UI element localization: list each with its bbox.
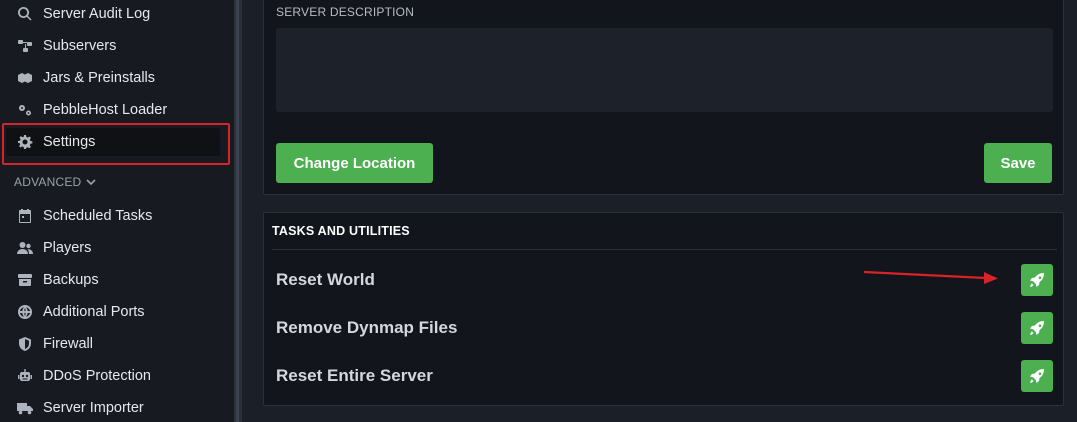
sidebar-item-label: Firewall: [43, 336, 93, 352]
sidebar-item-subservers[interactable]: Subservers: [0, 30, 234, 62]
sidebar-item-label: Additional Ports: [43, 304, 145, 320]
gears-icon: [16, 101, 34, 119]
sidebar-item-label: Server Importer: [43, 400, 144, 416]
boxes-icon: [16, 69, 34, 87]
sidebar-item-label: Players: [43, 240, 92, 256]
archive-icon: [16, 271, 34, 289]
task-row-remove-dynmap-files: Remove Dynmap Files: [276, 311, 1053, 345]
truck-icon: [16, 399, 34, 417]
users-icon: [16, 239, 34, 257]
remove-dynmap-files-button[interactable]: [1021, 312, 1053, 344]
network-icon: [16, 37, 34, 55]
sidebar-item-label: Jars & Preinstalls: [43, 70, 156, 86]
sidebar-item-label: PebbleHost Loader: [43, 102, 168, 118]
rocket-icon: [1030, 369, 1044, 383]
sidebar-item-jars-preinstalls[interactable]: Jars & Preinstalls: [0, 62, 234, 94]
sidebar-scrollbar[interactable]: [234, 0, 242, 422]
sidebar-item-ddos-protection[interactable]: DDoS Protection: [0, 360, 234, 392]
server-description-label: SERVER DESCRIPTION: [276, 5, 415, 19]
task-label: Remove Dynmap Files: [276, 318, 458, 337]
sidebar-item-server-audit-log[interactable]: Server Audit Log: [0, 0, 234, 30]
sidebar-item-additional-ports[interactable]: Additional Ports: [0, 296, 234, 328]
task-label: Reset World: [276, 270, 375, 289]
rocket-icon: [1030, 321, 1044, 335]
sidebar-item-players[interactable]: Players: [0, 232, 234, 264]
rocket-icon: [1030, 273, 1044, 287]
task-row-reset-world: Reset World: [276, 263, 1053, 297]
sidebar-item-label: Subservers: [43, 38, 117, 54]
save-button[interactable]: Save: [984, 143, 1052, 183]
task-label: Reset Entire Server: [276, 366, 433, 385]
advanced-section-toggle[interactable]: ADVANCED: [14, 175, 97, 189]
search-icon: [16, 5, 34, 23]
sidebar-item-backups[interactable]: Backups: [0, 264, 234, 296]
shield-icon: [16, 335, 34, 353]
globe-icon: [16, 303, 34, 321]
tasks-utilities-title: TASKS AND UTILITIES: [272, 213, 1057, 250]
change-location-button[interactable]: Change Location: [276, 143, 433, 183]
server-description-panel: SERVER DESCRIPTION Change Location Save: [263, 0, 1064, 195]
sidebar-item-label: Settings: [43, 134, 96, 150]
sidebar-item-firewall[interactable]: Firewall: [0, 328, 234, 360]
server-description-input[interactable]: [276, 28, 1053, 112]
task-row-reset-entire-server: Reset Entire Server: [276, 359, 1053, 393]
gear-icon: [16, 133, 34, 151]
reset-entire-server-button[interactable]: [1021, 360, 1053, 392]
sidebar-item-server-importer[interactable]: Server Importer: [0, 392, 234, 422]
section-header-label: ADVANCED: [14, 175, 82, 189]
sidebar-item-label: Server Audit Log: [43, 6, 151, 22]
sidebar-item-label: Backups: [43, 272, 99, 288]
sidebar-item-pebblehost-loader[interactable]: PebbleHost Loader: [0, 94, 234, 126]
reset-world-button[interactable]: [1021, 264, 1053, 296]
calendar-icon: [16, 207, 34, 225]
sidebar-item-label: Scheduled Tasks: [43, 208, 153, 224]
tasks-utilities-panel: TASKS AND UTILITIES Reset World Remove D…: [263, 212, 1064, 406]
robot-icon: [16, 367, 34, 385]
sidebar-item-scheduled-tasks[interactable]: Scheduled Tasks: [0, 200, 234, 232]
sidebar-item-label: DDoS Protection: [43, 368, 151, 384]
sidebar-item-settings[interactable]: Settings: [6, 128, 220, 156]
chevron-down-icon: [86, 179, 96, 186]
sidebar: Server Audit Log Subservers Jars & Prein…: [0, 0, 234, 422]
